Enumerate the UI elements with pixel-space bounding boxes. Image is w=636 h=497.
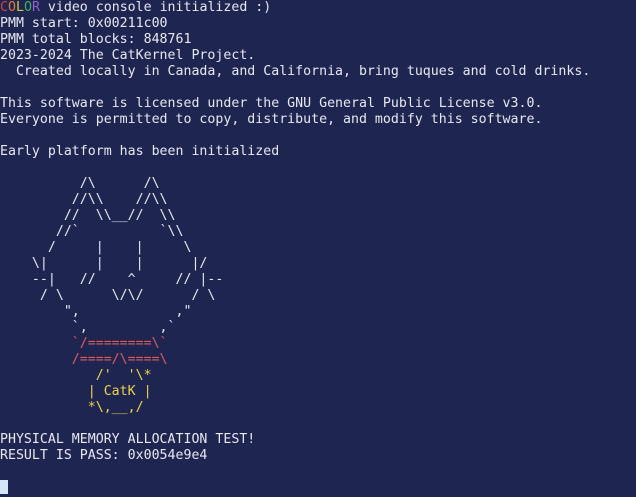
cat-art-tag-line: /' '\* xyxy=(0,368,152,383)
cat-art-line: //\\ //\\ xyxy=(0,192,168,207)
prompt-line xyxy=(0,480,636,496)
cat-art-tag-line: *\,__,/ xyxy=(0,400,144,415)
cat-art-line: / \ \/\/ / \ xyxy=(0,288,216,303)
pmm-start-line: PMM start: 0x00211c00 xyxy=(0,16,168,31)
cat-art-line: / | | \ xyxy=(0,240,192,255)
banner-line: COLOR video console initialized :) xyxy=(0,0,636,16)
cat-art-tag-line: | CatK | xyxy=(0,384,152,399)
banner-letter-l: L xyxy=(15,0,24,15)
cat-art-line: ", ," xyxy=(0,304,192,319)
banner-letter-o-second: O xyxy=(23,0,32,15)
copyright-line: 2023-2024 The CatKernel Project. xyxy=(0,48,256,63)
permission-line: Everyone is permitted to copy, distribut… xyxy=(0,112,543,127)
banner-letter-r: R xyxy=(31,0,40,15)
memory-test-line: PHYSICAL MEMORY ALLOCATION TEST! xyxy=(0,432,256,447)
pmm-total-blocks-line: PMM total blocks: 848761 xyxy=(0,32,192,47)
banner-letter-c: C xyxy=(0,0,8,15)
license-line: This software is licensed under the GNU … xyxy=(0,96,543,111)
cat-art-line: // \\__// \\ xyxy=(0,208,176,223)
cat-art-collar-line: /====/\====\ xyxy=(0,352,168,367)
cat-art-line: --| // ^ // |-- xyxy=(0,272,224,287)
cat-art-line: `, ,` xyxy=(0,320,176,335)
cat-art-line: //` `\\ xyxy=(0,224,184,239)
text-cursor[interactable] xyxy=(0,480,8,494)
result-line: RESULT IS PASS: 0x0054e9e4 xyxy=(0,448,208,463)
banner-letter-o: O xyxy=(7,0,16,15)
created-line: Created locally in Canada, and Californi… xyxy=(0,64,591,79)
banner-text: video console initialized :) xyxy=(39,0,272,15)
cat-art-line: \| | | |/ xyxy=(0,256,208,271)
kernel-console: COLOR video console initialized :) PMM st… xyxy=(0,0,636,494)
cat-art-collar-line: `/========\` xyxy=(0,336,168,351)
cat-art-line: /\ /\ xyxy=(0,176,160,191)
platform-line: Early platform has been initialized xyxy=(0,144,280,159)
